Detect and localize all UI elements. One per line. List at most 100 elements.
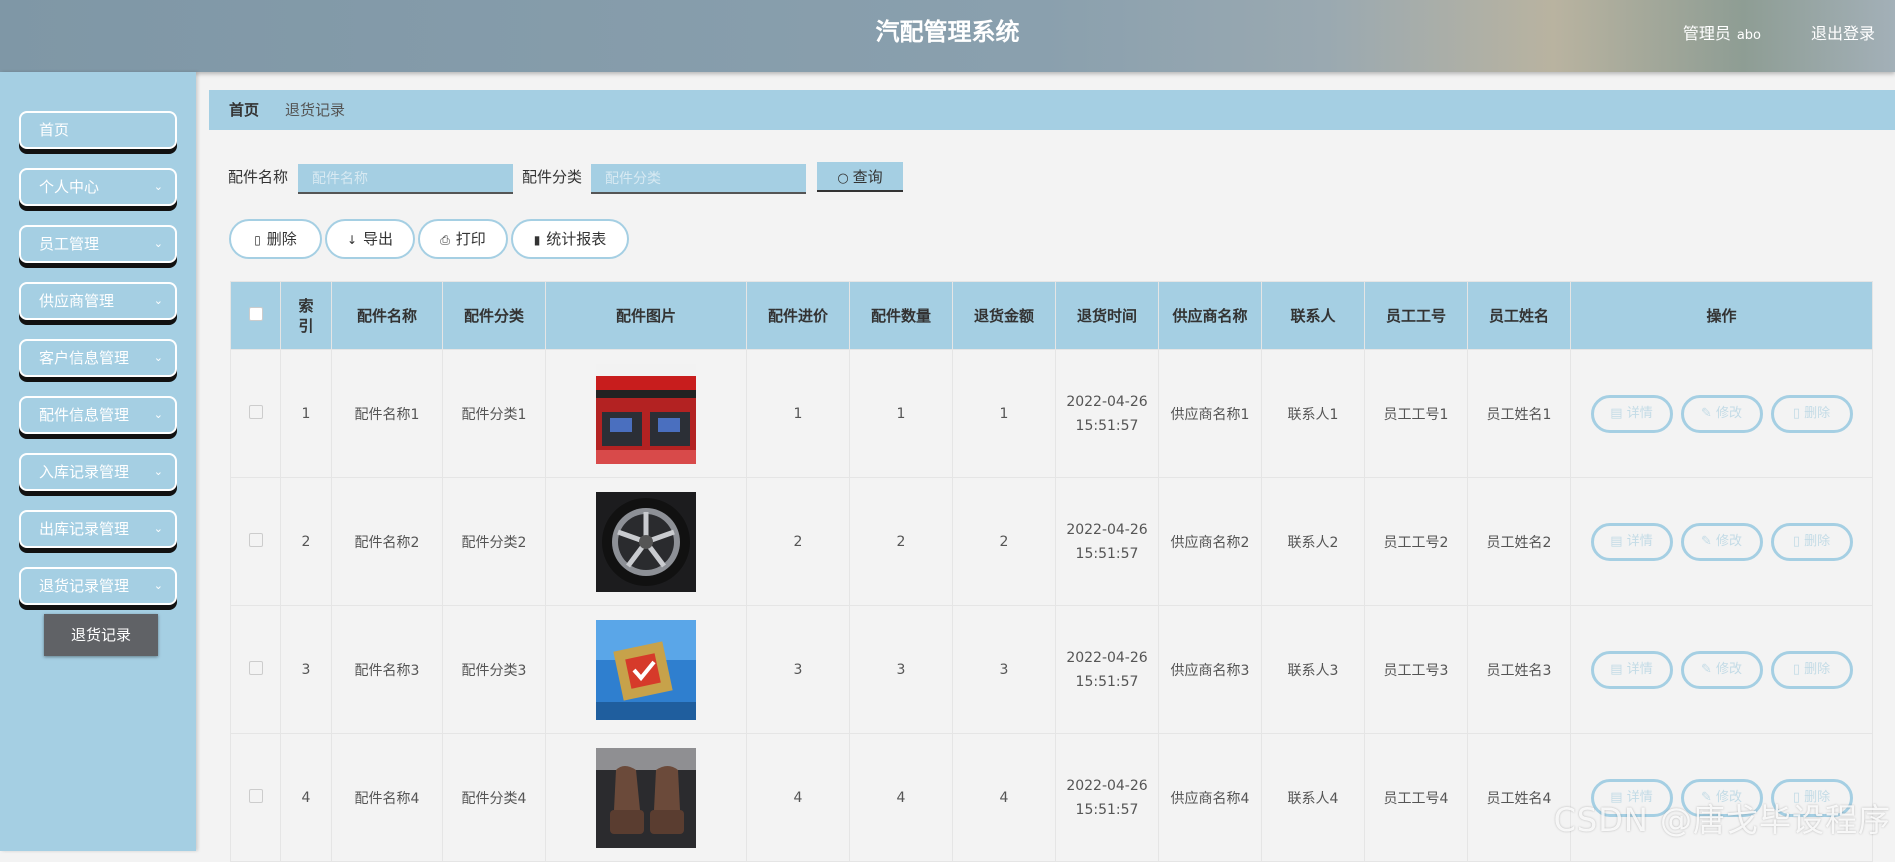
cell-employee-no: 员工工号3: [1364, 605, 1468, 734]
query-button[interactable]: ○ 查询: [817, 162, 903, 192]
breadcrumb-home[interactable]: 首页: [229, 90, 259, 130]
sidebar-item-suppliers[interactable]: 供应商管理 ⌄: [19, 282, 177, 320]
cell-supplier-name: 供应商名称4: [1158, 733, 1262, 862]
user-info: 管理员 abo: [1683, 20, 1761, 44]
row-checkbox[interactable]: [248, 660, 263, 675]
cell-return-amount: 2: [952, 477, 1056, 606]
detail-button[interactable]: ▤ 详情: [1590, 522, 1673, 561]
cell-purchase-price: 2: [746, 477, 850, 606]
edit-button[interactable]: ✎ 修改: [1680, 650, 1763, 689]
sidebar-item-customers[interactable]: 客户信息管理 ⌄: [19, 339, 177, 377]
cell-return-time: 2022-04-26 15:51:57: [1055, 349, 1159, 478]
document-icon: ▤: [1610, 405, 1627, 421]
row-checkbox[interactable]: [248, 404, 263, 419]
submenu-return-records[interactable]: 退货记录: [44, 614, 158, 656]
col-header-employee-name: 员工姓名: [1467, 281, 1571, 350]
return-date: 2022-04-26: [1066, 393, 1148, 410]
detail-button[interactable]: ▤ 详情: [1590, 650, 1673, 689]
row-delete-button-label: 删除: [1804, 533, 1831, 549]
col-header-part-image: 配件图片: [545, 281, 747, 350]
cell-contact: 联系人4: [1261, 733, 1365, 862]
select-all-cell: [230, 281, 281, 350]
part-name-input[interactable]: [298, 164, 513, 194]
cell-employee-name: 员工姓名1: [1467, 349, 1571, 478]
select-all-checkbox[interactable]: [248, 306, 263, 321]
table-row: 3 配件名称3 配件分类3 3 3 3 2022-04-26 15:51:57 供…: [230, 605, 1873, 734]
chevron-down-icon: ⌄: [153, 408, 163, 421]
table-header-row: 索引 配件名称 配件分类 配件图片 配件进价 配件数量 退货金额 退货时间 供应…: [230, 281, 1873, 350]
cell-part-category: 配件分类4: [442, 733, 546, 862]
return-date: 2022-04-26: [1066, 521, 1148, 538]
export-button[interactable]: ↓ 导出: [325, 219, 415, 259]
col-header-purchase-price: 配件进价: [746, 281, 850, 350]
cell-part-category: 配件分类1: [442, 349, 546, 478]
cell-part-name: 配件名称3: [331, 605, 443, 734]
sidebar-item-parts[interactable]: 配件信息管理 ⌄: [19, 396, 177, 434]
row-delete-button[interactable]: ▯ 删除: [1770, 650, 1853, 689]
chevron-down-icon: ⌄: [153, 522, 163, 535]
chip-module-image[interactable]: [596, 619, 696, 720]
part-category-label: 配件分类: [522, 168, 583, 186]
col-header-part-category: 配件分类: [442, 281, 546, 350]
return-date: 2022-04-26: [1066, 777, 1148, 794]
sidebar-item-home[interactable]: 首页: [19, 111, 177, 149]
chevron-down-icon: ⌄: [153, 180, 163, 193]
col-header-index: 索引: [280, 281, 332, 350]
sidebar-item-employees[interactable]: 员工管理 ⌄: [19, 225, 177, 263]
delete-button[interactable]: ▯ 删除: [229, 219, 322, 259]
return-time: 15:51:57: [1075, 545, 1139, 562]
cell-contact: 联系人2: [1261, 477, 1365, 606]
trash-icon: ▯: [1792, 661, 1805, 677]
edit-button[interactable]: ✎ 修改: [1680, 522, 1763, 561]
logout-link[interactable]: 退出登录: [1811, 20, 1875, 44]
edit-button-label: 修改: [1716, 661, 1743, 677]
chevron-down-icon: ⌄: [153, 294, 163, 307]
document-icon: ▤: [1610, 661, 1627, 677]
col-header-return-time: 退货时间: [1055, 281, 1159, 350]
alloy-wheel-image[interactable]: [596, 491, 696, 592]
col-header-supplier-name: 供应商名称: [1158, 281, 1262, 350]
cell-actions: ▤ 详情 ✎ 修改 ▯ 删除: [1570, 349, 1873, 478]
cell-purchase-price: 1: [746, 349, 850, 478]
sidebar-item-personal-center[interactable]: 个人中心 ⌄: [19, 168, 177, 206]
cell-part-image: [545, 605, 747, 734]
part-category-input[interactable]: [591, 164, 806, 194]
print-button[interactable]: ⎙ 打印: [418, 219, 508, 259]
cell-supplier-name: 供应商名称2: [1158, 477, 1262, 606]
return-records-table: 索引 配件名称 配件分类 配件图片 配件进价 配件数量 退货金额 退货时间 供应…: [230, 281, 1873, 862]
sidebar-item-outbound[interactable]: 出库记录管理 ⌄: [19, 510, 177, 548]
sidebar-item-label: 个人中心: [39, 178, 100, 196]
row-checkbox[interactable]: [248, 788, 263, 803]
pencil-icon: ✎: [1700, 661, 1716, 677]
sidebar-item-inbound[interactable]: 入库记录管理 ⌄: [19, 453, 177, 491]
watermark: CSDN @唐戈毕设程序: [1553, 801, 1891, 839]
return-time: 15:51:57: [1075, 417, 1139, 434]
return-time: 15:51:57: [1075, 801, 1139, 818]
sidebar-item-label: 供应商管理: [39, 292, 115, 310]
row-select-cell: [230, 605, 281, 734]
cell-part-category: 配件分类2: [442, 477, 546, 606]
col-header-part-name: 配件名称: [331, 281, 443, 350]
sidebar-item-returns[interactable]: 退货记录管理 ⌄: [19, 567, 177, 605]
engine-tuning-product-image[interactable]: [596, 363, 696, 464]
query-button-label: 查询: [852, 167, 883, 186]
stats-report-button[interactable]: ▮ 统计报表: [511, 219, 629, 259]
cell-part-image: [545, 477, 747, 606]
cell-quantity: 3: [849, 605, 953, 734]
edit-button[interactable]: ✎ 修改: [1680, 394, 1763, 433]
sidebar-item-label: 首页: [39, 121, 70, 139]
row-checkbox[interactable]: [248, 532, 263, 547]
cell-part-name: 配件名称2: [331, 477, 443, 606]
row-select-cell: [230, 733, 281, 862]
cell-supplier-name: 供应商名称1: [1158, 349, 1262, 478]
seat-cushion-image[interactable]: [596, 747, 696, 848]
row-delete-button[interactable]: ▯ 删除: [1770, 522, 1853, 561]
delete-button-label: 删除: [266, 230, 297, 248]
cell-quantity: 4: [849, 733, 953, 862]
cell-employee-no: 员工工号4: [1364, 733, 1468, 862]
detail-button[interactable]: ▤ 详情: [1590, 394, 1673, 433]
cell-quantity: 2: [849, 477, 953, 606]
pencil-icon: ✎: [1700, 533, 1716, 549]
row-delete-button[interactable]: ▯ 删除: [1770, 394, 1853, 433]
cell-employee-name: 员工姓名3: [1467, 605, 1571, 734]
